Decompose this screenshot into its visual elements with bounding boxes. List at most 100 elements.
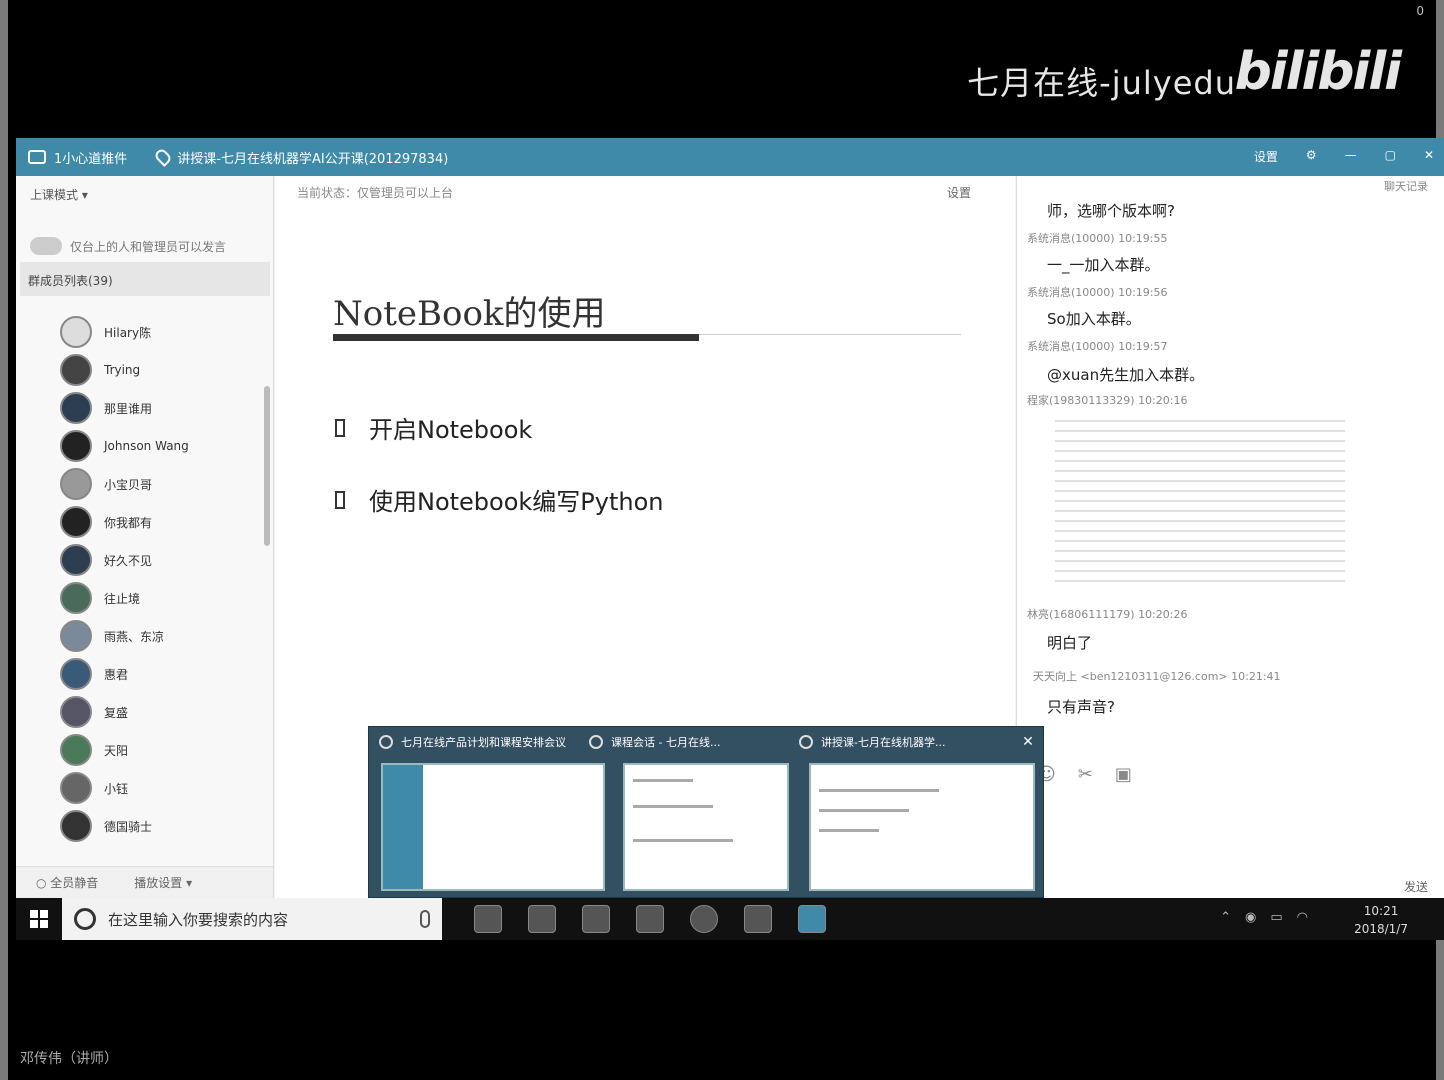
member-name: 复盛 (104, 705, 129, 720)
tab-1[interactable]: 1小心道推件 (28, 148, 127, 167)
member-name: 德国骑士 (104, 819, 153, 834)
chat-history-link[interactable]: 聊天记录 (1384, 178, 1428, 194)
chat-image[interactable] (1055, 412, 1345, 582)
clock-time: 10:21 (1363, 904, 1399, 918)
search-placeholder: 在这里输入你要搜索的内容 (108, 910, 289, 929)
avatar (60, 468, 92, 500)
member-name: 往止境 (104, 591, 141, 606)
member-list-header[interactable]: 群成员列表(39) (20, 262, 270, 296)
member-name: 惠君 (104, 667, 129, 682)
member-item[interactable]: 往止境 (60, 582, 140, 614)
window-thumbnail[interactable] (809, 763, 1035, 891)
member-item[interactable]: 你我都有 (60, 506, 152, 538)
member-item[interactable]: Hilary陈 (60, 316, 151, 348)
clock[interactable]: 10:21 2018/1/7 (1354, 902, 1408, 938)
window-thumbnail[interactable] (623, 763, 789, 891)
chat-app-icon[interactable] (798, 905, 826, 933)
system-tray: ⌃ ◉ ▭ ◠ (1220, 910, 1308, 925)
window-thumbnail[interactable] (381, 763, 605, 891)
member-name: Hilary陈 (104, 325, 152, 340)
terminal-icon[interactable] (582, 905, 610, 933)
title-underline (333, 334, 699, 341)
chat-message: @xuan先生加入本群。 (1047, 366, 1205, 384)
member-item[interactable]: Trying (60, 354, 140, 386)
bullet-marker-icon (335, 418, 345, 437)
window-titlebar: 1小心道推件 讲授课-七月在线机器学AI公开课(201297834) 设置 ⚙ … (16, 138, 1444, 176)
start-button[interactable] (16, 898, 62, 940)
bilibili-logo: bilibili (1234, 42, 1402, 102)
wifi-icon[interactable]: ◠ (1297, 910, 1308, 925)
chat-message: 师，选哪个版本啊? (1047, 202, 1175, 220)
preview-tab-label: 七月在线产品计划和课程安排会议 (401, 736, 566, 749)
battery-icon[interactable]: ▭ (1270, 910, 1282, 925)
preview-tab[interactable]: 课程会话 - 七月在线... (579, 734, 789, 750)
close-button[interactable]: ✕ (1424, 148, 1434, 165)
chat-meta: 程家(19830113329) 10:20:16 (1027, 394, 1188, 407)
avatar (60, 506, 92, 538)
member-list-scrollbar[interactable] (264, 386, 270, 546)
member-item[interactable]: Johnson Wang (60, 430, 189, 462)
member-item[interactable]: 小钰 (60, 772, 128, 804)
volume-icon[interactable]: ◉ (1245, 910, 1256, 925)
member-item[interactable]: 那里谁用 (60, 392, 152, 424)
member-panel: 上课模式 ▾ 仅台上的人和管理员可以发言 群成员列表(39) Hilary陈 T… (16, 176, 274, 898)
member-item[interactable]: 惠君 (60, 658, 128, 690)
preview-tab[interactable]: 七月在线产品计划和课程安排会议 (369, 734, 579, 750)
thumbnail-line (633, 805, 713, 808)
cortana-icon (74, 908, 96, 930)
preview-tab-label: 讲授课-七月在线机器学... (821, 736, 946, 749)
member-name: Johnson Wang (104, 439, 189, 453)
scissors-icon[interactable]: ✂ (1078, 764, 1093, 785)
image-icon[interactable]: ▣ (1115, 764, 1132, 785)
member-item[interactable]: 好久不见 (60, 544, 152, 576)
playback-settings-button[interactable]: 播放设置 ▾ (134, 874, 192, 891)
close-icon[interactable]: ✕ (1019, 733, 1037, 751)
avatar (60, 354, 92, 386)
send-button[interactable]: 发送 (1404, 878, 1428, 895)
mute-all-button[interactable]: ○ 全员静音 (36, 874, 98, 891)
tab-2-label: 讲授课-七月在线机器学AI公开课(201297834) (177, 151, 449, 167)
member-name: Trying (104, 363, 141, 377)
tab-1-label: 1小心道推件 (54, 151, 128, 167)
avatar (60, 392, 92, 424)
app-icon[interactable] (744, 905, 772, 933)
cloud-icon (30, 237, 62, 255)
member-name: 雨燕、东凉 (104, 629, 165, 644)
chat-message: So加入本群。 (1047, 310, 1141, 328)
maximize-button[interactable]: ▢ (1385, 148, 1396, 165)
task-view-icon[interactable] (474, 905, 502, 933)
presentation-settings-button[interactable]: 设置 (947, 184, 971, 201)
member-item[interactable]: 天阳 (60, 734, 128, 766)
thumbnail-line (819, 789, 939, 792)
avatar (60, 810, 92, 842)
member-name: 那里谁用 (104, 401, 153, 416)
member-item[interactable]: 德国骑士 (60, 810, 152, 842)
member-item[interactable]: 雨燕、东凉 (60, 620, 164, 652)
title-rule (699, 334, 961, 335)
member-item[interactable]: 复盛 (60, 696, 128, 728)
member-item[interactable]: 小宝贝哥 (60, 468, 152, 500)
chat-message: 明白了 (1047, 634, 1093, 652)
viewer-count: 0 (1416, 4, 1424, 18)
watermark-text: 七月在线-julyedu (967, 64, 1236, 102)
app-icon[interactable] (636, 905, 664, 933)
minimize-button[interactable]: — (1345, 148, 1357, 165)
preview-tab-label: 课程会话 - 七月在线... (611, 736, 721, 749)
taskbar-search-box[interactable]: 在这里输入你要搜索的内容 (62, 898, 442, 940)
tab-2[interactable]: 讲授课-七月在线机器学AI公开课(201297834) (153, 147, 449, 167)
chat-message: 只有声音? (1047, 698, 1115, 716)
chrome-icon[interactable] (690, 905, 718, 933)
microphone-icon[interactable] (420, 910, 430, 928)
notice-text: 仅台上的人和管理员可以发言 (70, 239, 227, 254)
chat-meta: 系统消息(10000) 10:19:57 (1027, 340, 1168, 353)
thumbnail-line (819, 809, 909, 812)
app-icon (589, 735, 603, 749)
chat-meta: 天天向上 <ben1210311@126.com> 10:21:41 (1033, 670, 1281, 683)
gear-icon[interactable]: ⚙ (1306, 148, 1317, 165)
class-mode-dropdown[interactable]: 上课模式 ▾ (30, 186, 88, 203)
preview-tab[interactable]: 讲授课-七月在线机器学... (789, 734, 999, 750)
file-explorer-icon[interactable] (528, 905, 556, 933)
thumbnail-line (633, 839, 733, 842)
network-icon[interactable]: ⌃ (1220, 910, 1231, 925)
settings-link[interactable]: 设置 (1254, 148, 1278, 165)
